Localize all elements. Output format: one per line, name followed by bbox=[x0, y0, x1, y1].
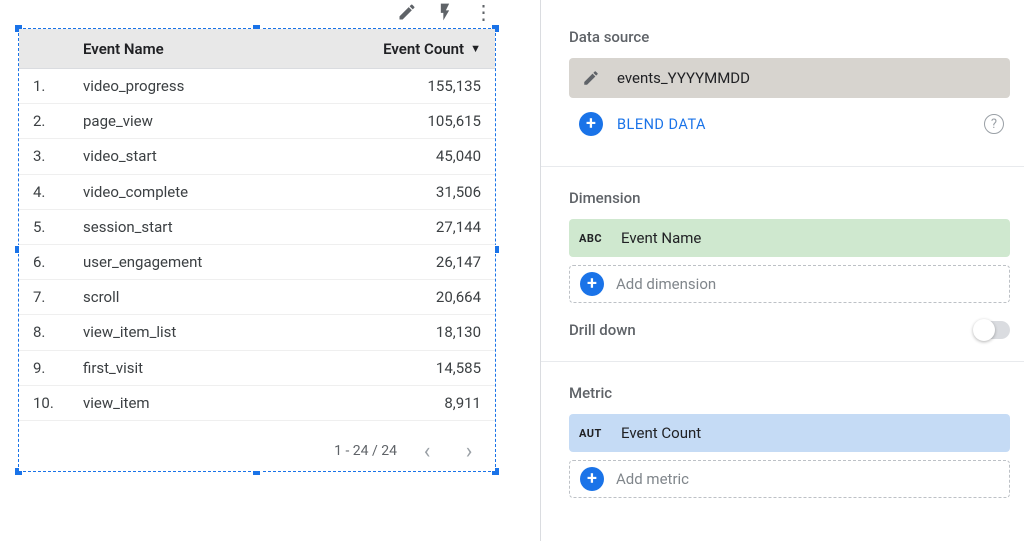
dimension-field-name: Event Name bbox=[621, 229, 701, 247]
row-event-count: 27,144 bbox=[345, 218, 495, 236]
type-badge-abc: ABC bbox=[579, 232, 613, 245]
dimension-field-chip[interactable]: ABC Event Name bbox=[569, 219, 1010, 257]
table-row[interactable]: 2.page_view105,615 bbox=[19, 104, 495, 139]
row-event-name: session_start bbox=[71, 218, 345, 236]
row-event-count: 31,506 bbox=[345, 183, 495, 201]
help-icon[interactable]: ? bbox=[984, 114, 1004, 134]
table-row[interactable]: 1.video_progress155,135 bbox=[19, 69, 495, 104]
edit-icon[interactable] bbox=[397, 2, 417, 22]
row-index: 2. bbox=[19, 112, 71, 130]
section-metric: Metric bbox=[569, 384, 1010, 402]
type-badge-aut: AUT bbox=[579, 427, 613, 440]
table-row[interactable]: 9.first_visit14,585 bbox=[19, 351, 495, 386]
row-event-name: view_item_list bbox=[71, 323, 345, 341]
table-row[interactable]: 10.view_item8,911 bbox=[19, 386, 495, 421]
blend-data-button[interactable]: + BLEND DATA ? bbox=[569, 104, 1010, 144]
plus-icon: + bbox=[580, 467, 604, 491]
row-event-name: video_progress bbox=[71, 77, 345, 95]
section-drill-down: Drill down bbox=[569, 321, 636, 339]
blend-data-label: BLEND DATA bbox=[617, 116, 706, 133]
row-event-count: 20,664 bbox=[345, 288, 495, 306]
divider bbox=[541, 361, 1024, 362]
report-canvas: ⋮ Event Name Event Count ▼ 1.video_progr… bbox=[0, 0, 530, 541]
table-body: 1.video_progress155,1352.page_view105,61… bbox=[19, 69, 495, 431]
row-index: 7. bbox=[19, 288, 71, 306]
row-event-count: 18,130 bbox=[345, 323, 495, 341]
table-footer: 1 - 24 / 24 ‹ › bbox=[19, 431, 495, 471]
row-index: 1. bbox=[19, 77, 71, 95]
chart-toolbar: ⋮ bbox=[397, 2, 493, 22]
row-index: 5. bbox=[19, 218, 71, 236]
plus-icon: + bbox=[580, 272, 604, 296]
col-value-label: Event Count bbox=[383, 40, 464, 58]
table-row[interactable]: 5.session_start27,144 bbox=[19, 210, 495, 245]
col-name-header[interactable]: Event Name bbox=[71, 40, 345, 58]
table-total-row: Grand total461,617 bbox=[19, 421, 495, 431]
sort-descending-icon: ▼ bbox=[470, 42, 481, 55]
row-event-count: 14,585 bbox=[345, 359, 495, 377]
row-event-name: scroll bbox=[71, 288, 345, 306]
plus-icon: + bbox=[579, 112, 603, 136]
data-source-name: events_YYYYMMDD bbox=[617, 69, 750, 87]
table-row[interactable]: 3.video_start45,040 bbox=[19, 139, 495, 174]
col-value-header[interactable]: Event Count ▼ bbox=[345, 40, 495, 58]
metric-field-chip[interactable]: AUT Event Count bbox=[569, 414, 1010, 452]
divider bbox=[541, 166, 1024, 167]
row-event-count: 8,911 bbox=[345, 394, 495, 412]
toggle-knob bbox=[973, 319, 995, 341]
table-row[interactable]: 4.video_complete31,506 bbox=[19, 175, 495, 210]
pencil-icon bbox=[579, 66, 603, 90]
table-chart-selection[interactable]: Event Name Event Count ▼ 1.video_progres… bbox=[18, 28, 496, 472]
pager-text: 1 - 24 / 24 bbox=[334, 443, 397, 459]
row-event-count: 105,615 bbox=[345, 112, 495, 130]
row-event-count: 26,147 bbox=[345, 253, 495, 271]
row-event-name: video_start bbox=[71, 147, 345, 165]
table-row[interactable]: 8.view_item_list18,130 bbox=[19, 315, 495, 350]
add-dimension-button[interactable]: + Add dimension bbox=[569, 265, 1010, 303]
row-index: 6. bbox=[19, 253, 71, 271]
drill-down-toggle[interactable] bbox=[974, 321, 1010, 339]
data-source-chip[interactable]: events_YYYYMMDD bbox=[569, 58, 1010, 98]
prev-page-icon[interactable]: ‹ bbox=[415, 439, 439, 463]
section-dimension: Dimension bbox=[569, 189, 1010, 207]
section-data-source: Data source bbox=[569, 28, 1010, 46]
row-event-name: video_complete bbox=[71, 183, 345, 201]
bolt-icon[interactable] bbox=[435, 2, 455, 22]
row-event-name: first_visit bbox=[71, 359, 345, 377]
row-index: 4. bbox=[19, 183, 71, 201]
config-panel: Data source events_YYYYMMDD + BLEND DATA… bbox=[540, 0, 1024, 541]
more-icon[interactable]: ⋮ bbox=[473, 2, 493, 22]
table-row[interactable]: 6.user_engagement26,147 bbox=[19, 245, 495, 280]
row-event-name: user_engagement bbox=[71, 253, 345, 271]
row-index: 8. bbox=[19, 323, 71, 341]
row-event-name: view_item bbox=[71, 394, 345, 412]
next-page-icon[interactable]: › bbox=[457, 439, 481, 463]
row-event-name: page_view bbox=[71, 112, 345, 130]
row-event-count: 155,135 bbox=[345, 77, 495, 95]
row-index: 10. bbox=[19, 394, 71, 412]
add-metric-button[interactable]: + Add metric bbox=[569, 460, 1010, 498]
metric-field-name: Event Count bbox=[621, 424, 701, 442]
row-event-count: 45,040 bbox=[345, 147, 495, 165]
table-row[interactable]: 7.scroll20,664 bbox=[19, 280, 495, 315]
table-header: Event Name Event Count ▼ bbox=[19, 29, 495, 69]
data-table: Event Name Event Count ▼ 1.video_progres… bbox=[19, 29, 495, 471]
add-metric-label: Add metric bbox=[616, 470, 689, 488]
row-index: 9. bbox=[19, 359, 71, 377]
row-index: 3. bbox=[19, 147, 71, 165]
add-dimension-label: Add dimension bbox=[616, 275, 716, 293]
